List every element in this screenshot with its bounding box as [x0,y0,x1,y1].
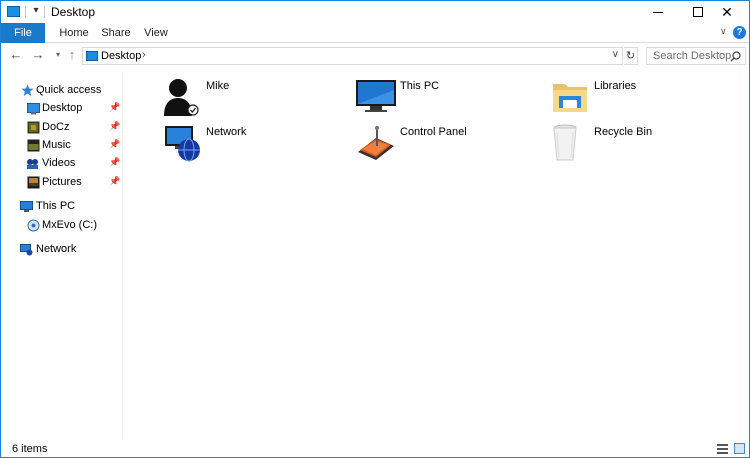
up-button[interactable]: ↑ [64,47,80,63]
expand-ribbon-icon[interactable]: ∨ [720,26,727,37]
title-divider [44,6,45,18]
nav-item-label: Pictures [42,176,82,188]
item-count: 6 items [12,443,48,455]
tab-home[interactable]: Home [54,23,94,43]
monitor-icon [356,80,396,112]
item-label: Control Panel [400,126,467,138]
address-dropdown-icon[interactable]: ∨ [612,49,619,60]
pin-icon[interactable]: 📌 [109,121,120,132]
close-button[interactable]: ✕ [704,1,750,23]
nav-item-label: Music [42,139,71,151]
address-bar[interactable]: Desktop › ∨ [82,47,623,65]
navigation-pane: Quick access Desktop 📌 DoCz 📌 Music 📌 Vi… [1,73,123,439]
pin-icon[interactable]: 📌 [109,157,120,168]
content-item-libraries[interactable]: Libraries [549,76,739,120]
tab-file[interactable]: File [1,23,45,43]
item-label: This PC [400,80,440,92]
nav-item-drive-c[interactable]: MxEvo (C:) [1,217,123,235]
content-item-network[interactable]: Network [161,122,351,166]
close-icon: ✕ [721,4,733,20]
nav-item-desktop[interactable]: Desktop 📌 [1,100,123,118]
nav-item-docz[interactable]: DoCz 📌 [1,119,123,137]
window-title: Desktop [51,5,96,19]
videos-folder-icon [27,159,38,169]
nav-item-pictures[interactable]: Pictures 📌 [1,174,123,192]
nav-item-label: MxEvo (C:) [42,219,97,231]
help-icon[interactable]: ? [733,26,746,39]
large-icons-view-icon[interactable] [734,443,745,454]
nav-item-this-pc[interactable]: This PC [1,198,123,216]
user-icon [164,79,199,116]
pin-icon[interactable]: 📌 [109,176,120,187]
content-item-this-pc[interactable]: This PC [355,76,545,120]
nav-item-videos[interactable]: Videos 📌 [1,155,123,173]
refresh-button[interactable]: ↻ [624,47,638,65]
item-label: Recycle Bin [594,126,653,138]
nav-item-label: Desktop [42,102,83,114]
star-icon [21,84,34,96]
title-bar: ▾ Desktop ✕ [1,1,749,23]
pin-icon[interactable]: 📌 [109,139,120,150]
item-label: Mike [206,80,230,92]
music-folder-icon [27,139,40,152]
details-view-icon[interactable] [717,444,728,454]
ribbon-tabs: File Home Share View ∨ ? [1,23,749,43]
desktop-location-icon [86,51,98,61]
tab-view[interactable]: View [142,23,170,43]
this-pc-icon [20,201,33,212]
nav-item-label: Network [36,243,77,255]
window-icon[interactable] [7,6,20,17]
explorer-window: ▾ Desktop ✕ File Home Share View ∨ ? ← →… [0,0,750,458]
forward-button[interactable]: → [30,47,46,63]
nav-item-quick-access[interactable]: Quick access [1,82,123,100]
file-view: Mike This PC Libraries Network Control P… [124,73,749,439]
nav-item-label: Videos [42,157,76,169]
nav-item-label: Quick access [36,84,102,96]
address-bar-row: ← → ▾ ↑ Desktop › ∨ ↻ Search Desktop [1,43,749,69]
search-placeholder: Search Desktop [653,50,732,62]
item-label: Network [206,126,247,138]
address-path[interactable]: Desktop [101,50,141,62]
pictures-folder-icon [27,176,40,189]
docz-folder-icon [27,121,40,134]
pin-icon[interactable]: 📌 [109,102,120,113]
drive-icon [27,219,40,232]
item-label: Libraries [594,80,637,92]
content-item-mike[interactable]: Mike [161,76,351,120]
content-item-recycle-bin[interactable]: Recycle Bin [549,122,739,166]
tab-share[interactable]: Share [98,23,134,43]
nav-item-music[interactable]: Music 📌 [1,137,123,155]
search-input[interactable]: Search Desktop [646,47,746,65]
nav-item-network[interactable]: Network [1,241,123,259]
nav-item-label: This PC [36,200,76,212]
chevron-right-icon[interactable]: › [142,49,146,61]
content-item-control-panel[interactable]: Control Panel [355,122,545,166]
control-panel-icon [358,126,394,160]
minimize-icon [653,11,663,13]
quick-access-toolbar-dropdown-icon[interactable]: ▾ [30,4,42,18]
maximize-icon [693,7,703,17]
nav-item-label: DoCz [42,121,70,133]
recycle-bin-icon [553,124,577,161]
network-globe-icon [165,126,200,162]
network-icon [20,244,33,256]
title-divider [25,6,26,18]
desktop-folder-icon [27,103,40,115]
libraries-icon [553,84,587,112]
back-button[interactable]: ← [8,47,24,63]
search-icon [730,51,741,62]
status-bar: 6 items [1,439,749,458]
